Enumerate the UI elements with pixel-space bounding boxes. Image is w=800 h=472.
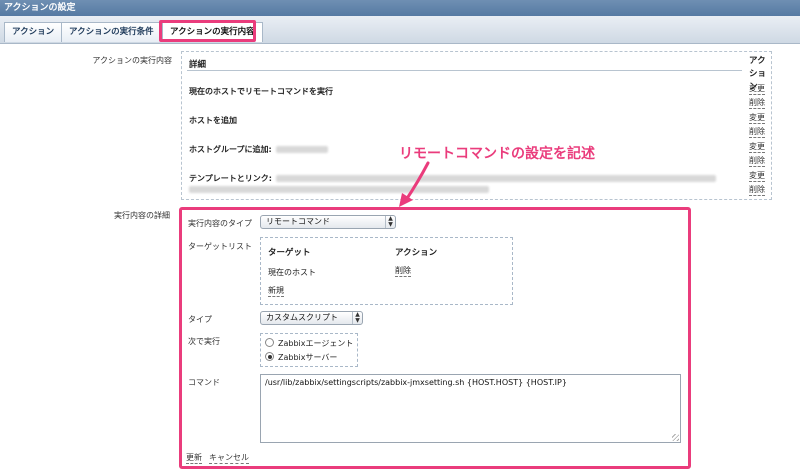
tab-strip: アクション アクションの実行条件 アクションの実行内容 — [0, 16, 800, 44]
operation-type-select[interactable]: リモートコマンド ▲ ▼ — [260, 215, 396, 229]
operation-text: 現在のホストでリモートコマンドを実行 — [189, 87, 333, 96]
script-type-value: カスタムスクリプト — [266, 313, 338, 322]
target-action-header: アクション — [395, 248, 438, 258]
operation-text: ホストを追加 — [189, 116, 237, 125]
target-new-link[interactable]: 新規 — [268, 286, 284, 297]
radio-label-server: Zabbixサーバー — [278, 353, 338, 362]
operation-edit-link[interactable]: 変更 — [749, 113, 765, 124]
command-text: /usr/lib/zabbix/settingscripts/zabbix-jm… — [265, 378, 567, 387]
operation-row: ホストグループに追加: — [189, 144, 328, 155]
operation-edit-link[interactable]: 変更 — [749, 84, 765, 95]
operation-type-label: 実行内容のタイプ — [188, 219, 252, 228]
command-label: コマンド — [188, 378, 220, 387]
execute-on-group: Zabbixエージェント Zabbixサーバー — [260, 333, 358, 367]
radio-zabbix-server[interactable] — [265, 352, 274, 361]
radio-label-agent: Zabbixエージェント — [278, 339, 354, 348]
operation-text: ホストグループに追加: — [189, 145, 272, 154]
operation-row-continued — [189, 185, 489, 194]
redacted-text — [275, 146, 328, 153]
detail-section-label: 実行内容の詳細 — [114, 211, 170, 220]
redacted-text — [189, 186, 489, 193]
target-header: ターゲット — [268, 248, 311, 258]
tab-highlight-frame — [159, 20, 256, 42]
radio-zabbix-agent[interactable] — [265, 338, 274, 347]
operation-delete-link[interactable]: 削除 — [749, 185, 765, 196]
operation-row: ホストを追加 — [189, 115, 237, 126]
select-arrows-icon: ▲ ▼ — [385, 216, 395, 228]
select-arrows-icon: ▲ ▼ — [352, 312, 362, 324]
operation-delete-link[interactable]: 削除 — [749, 127, 765, 138]
tab-action-conditions[interactable]: アクションの実行条件 — [61, 22, 162, 42]
target-list-table: ターゲット アクション 現在のホスト 削除 新規 — [260, 237, 513, 305]
type-label: タイプ — [188, 315, 212, 324]
update-link[interactable]: 更新 — [186, 453, 202, 464]
target-list-label: ターゲットリスト — [188, 242, 252, 251]
annotation-arrow-icon — [399, 161, 430, 207]
resize-grip-icon[interactable] — [672, 434, 679, 441]
target-delete-link[interactable]: 削除 — [395, 266, 411, 277]
operations-table: 詳細 アクション 現在のホストでリモートコマンドを実行 変更 削除 ホストを追加… — [181, 51, 772, 200]
operation-row: テンプレートとリンク: — [189, 173, 716, 184]
operations-section-label: アクションの実行内容 — [92, 56, 172, 65]
cancel-link[interactable]: キャンセル — [209, 453, 249, 464]
target-cell: 現在のホスト — [268, 268, 316, 277]
operation-type-value: リモートコマンド — [266, 217, 330, 226]
execute-on-label: 次で実行 — [188, 337, 220, 346]
script-type-select[interactable]: カスタムスクリプト ▲ ▼ — [260, 311, 363, 325]
command-textarea[interactable]: /usr/lib/zabbix/settingscripts/zabbix-jm… — [260, 374, 681, 443]
operation-edit-link[interactable]: 変更 — [749, 142, 765, 153]
operation-text: テンプレートとリンク: — [189, 174, 272, 183]
operations-header-rule — [187, 70, 742, 71]
operations-header-details: 詳細 — [189, 60, 207, 70]
operation-row: 現在のホストでリモートコマンドを実行 — [189, 86, 333, 97]
window-title: アクションの設定 — [0, 0, 800, 16]
redacted-text — [275, 175, 716, 182]
tab-action[interactable]: アクション — [4, 22, 63, 42]
operation-delete-link[interactable]: 削除 — [749, 98, 765, 109]
operation-delete-link[interactable]: 削除 — [749, 156, 765, 167]
operation-edit-link[interactable]: 変更 — [749, 171, 765, 182]
